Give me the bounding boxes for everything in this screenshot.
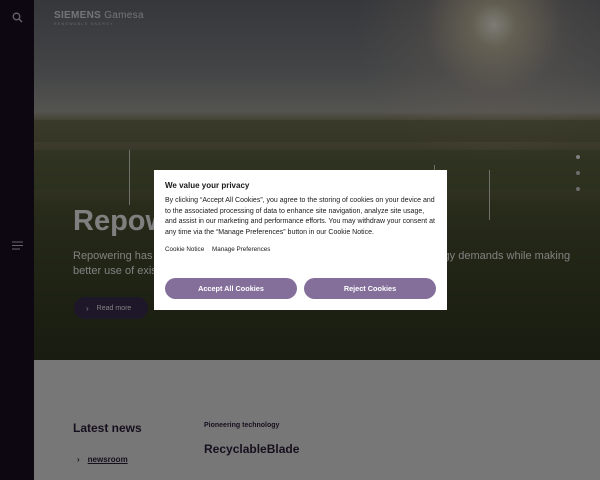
cookie-dialog-links: Cookie Notice Manage Preferences	[165, 246, 436, 253]
cookie-dialog-title: We value your privacy	[165, 181, 250, 190]
cookie-dialog-actions: Accept All Cookies Reject Cookies	[165, 278, 436, 299]
cookie-consent-dialog: We value your privacy By clicking “Accep…	[154, 170, 447, 310]
reject-cookies-button[interactable]: Reject Cookies	[304, 278, 436, 299]
accept-all-cookies-button[interactable]: Accept All Cookies	[165, 278, 297, 299]
cookie-notice-link[interactable]: Cookie Notice	[165, 246, 204, 253]
manage-preferences-link[interactable]: Manage Preferences	[212, 246, 270, 253]
cookie-dialog-body: By clicking “Accept All Cookies”, you ag…	[165, 197, 435, 236]
